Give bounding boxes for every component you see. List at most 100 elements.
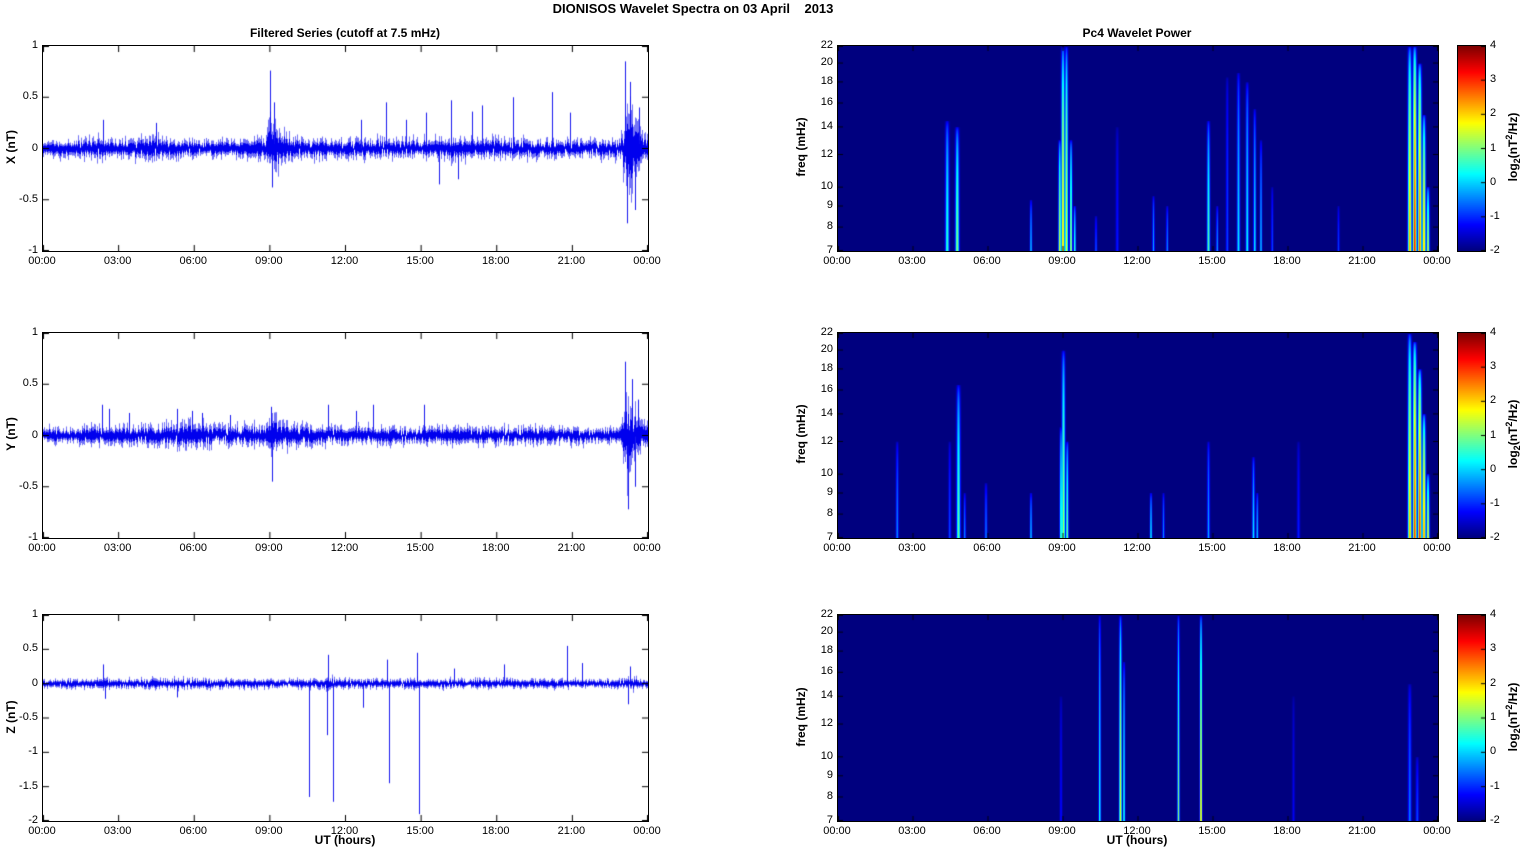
filtered-series-title: Filtered Series (cutoff at 7.5 mHz) — [249, 26, 441, 40]
tick-label: -2 — [1490, 244, 1500, 256]
tick-label: 14 — [820, 119, 833, 132]
colorbar-z — [1457, 614, 1486, 822]
tick-label: 18:00 — [1273, 542, 1301, 554]
tick-label: 18 — [820, 644, 833, 657]
tick-label: 1 — [1490, 141, 1497, 154]
tick-label: 00:00 — [633, 255, 661, 267]
tick-label: 15:00 — [406, 825, 434, 837]
tick-label: -0.5 — [19, 479, 38, 492]
y-series-plot — [42, 332, 649, 539]
tick-label: 9 — [826, 768, 833, 781]
tick-label: 0 — [1490, 175, 1497, 188]
colorbar-label-row2: log2(nT2/Hz) — [1503, 399, 1523, 469]
colorbar-label-row3: log2(nT2/Hz) — [1503, 682, 1523, 752]
tick-label: 18:00 — [1273, 255, 1301, 267]
tick-label: 18:00 — [481, 255, 510, 267]
tick-label: 15:00 — [406, 255, 434, 267]
colorbar-y — [1457, 332, 1486, 539]
tick-label: 22 — [820, 39, 833, 51]
tick-label: 0 — [31, 676, 38, 689]
colorbar-label-text: log — [1505, 163, 1520, 182]
tick-label: 12 — [820, 147, 833, 160]
wavelet-power-title: Pc4 Wavelet Power — [1082, 26, 1192, 40]
tick-label: 00:00 — [823, 542, 851, 554]
tick-label: 00:00 — [633, 825, 661, 837]
tick-label: 4 — [1490, 608, 1497, 620]
tick-label: 1 — [1490, 428, 1497, 441]
tick-label: 4 — [1490, 39, 1497, 51]
tick-label: 09:00 — [1048, 255, 1076, 267]
tick-label: 0 — [31, 428, 38, 441]
tick-label: -2 — [28, 814, 38, 826]
tick-label: 06:00 — [973, 255, 1001, 267]
tick-label: 03:00 — [103, 542, 132, 554]
tick-label: 21:00 — [557, 542, 586, 554]
tick-label: 12 — [820, 717, 833, 730]
tick-label: 20 — [820, 56, 833, 69]
tick-label: -1 — [28, 244, 38, 256]
tick-label: 0.5 — [22, 90, 38, 103]
tick-label: 22 — [820, 326, 833, 338]
tick-label: 18:00 — [1273, 825, 1301, 837]
colorbar-label-row1: log2(nT2/Hz) — [1503, 112, 1523, 182]
colorbar-x — [1457, 45, 1486, 252]
tick-label: 03:00 — [898, 825, 926, 837]
tick-label: 12 — [820, 434, 833, 447]
tick-label: 0 — [31, 141, 38, 154]
tick-label: 09:00 — [255, 255, 283, 267]
tick-label: -1 — [1490, 496, 1500, 509]
tick-label: 06:00 — [973, 542, 1001, 554]
tick-label: 0.5 — [22, 642, 38, 655]
colorbar-label-text: log — [1505, 450, 1520, 469]
tick-label: 00:00 — [1423, 542, 1451, 554]
tick-label: 06:00 — [973, 825, 1001, 837]
tick-label: 21:00 — [557, 255, 586, 267]
tick-label: 7 — [826, 814, 833, 826]
y-wavelet-spectrogram — [837, 332, 1439, 539]
tick-label: 06:00 — [179, 825, 208, 837]
tick-label: 18:00 — [481, 542, 510, 554]
tick-label: 18:00 — [481, 825, 510, 837]
tick-label: 06:00 — [179, 542, 208, 554]
tick-label: 06:00 — [179, 255, 208, 267]
figure-title: DIONISOS Wavelet Spectra on 03 April 201… — [552, 1, 834, 16]
tick-label: 09:00 — [255, 825, 283, 837]
tick-label: 20 — [820, 625, 833, 638]
tick-label: 14 — [820, 689, 833, 702]
tick-label: 03:00 — [898, 542, 926, 554]
tick-label: 0 — [1490, 745, 1497, 758]
tick-label: 03:00 — [103, 255, 132, 267]
tick-label: -2 — [1490, 814, 1500, 826]
tick-label: 1 — [31, 608, 38, 620]
tick-label: 21:00 — [1348, 255, 1376, 267]
tick-label: 14 — [820, 406, 833, 419]
tick-label: 0 — [1490, 462, 1497, 475]
tick-label: 16 — [820, 96, 833, 108]
tick-label: 12:00 — [1123, 255, 1151, 267]
x-series-plot — [42, 45, 649, 252]
tick-label: 10 — [820, 749, 833, 762]
tick-label: 00:00 — [633, 542, 661, 554]
tick-label: 21:00 — [557, 825, 586, 837]
tick-label: 2 — [1490, 394, 1497, 407]
tick-label: 09:00 — [1048, 825, 1076, 837]
tick-label: 10 — [820, 467, 833, 480]
tick-label: 00:00 — [1423, 255, 1451, 267]
tick-label: 1 — [1490, 711, 1497, 723]
tick-label: 21:00 — [1348, 825, 1376, 837]
tick-label: 2 — [1490, 107, 1497, 120]
tick-label: 10 — [820, 180, 833, 193]
tick-label: 21:00 — [1348, 542, 1376, 554]
tick-label: 1 — [31, 326, 38, 338]
tick-label: 16 — [820, 665, 833, 678]
tick-label: 09:00 — [1048, 542, 1076, 554]
tick-label: 1 — [31, 39, 38, 51]
tick-label: 15:00 — [1198, 825, 1226, 837]
tick-label: 03:00 — [103, 825, 132, 837]
tick-label: 18 — [820, 361, 833, 374]
tick-label: 00:00 — [823, 825, 851, 837]
tick-label: 16 — [820, 383, 833, 395]
tick-label: 03:00 — [898, 255, 926, 267]
z-wavelet-spectrogram — [837, 614, 1439, 822]
tick-label: 00:00 — [28, 255, 56, 267]
